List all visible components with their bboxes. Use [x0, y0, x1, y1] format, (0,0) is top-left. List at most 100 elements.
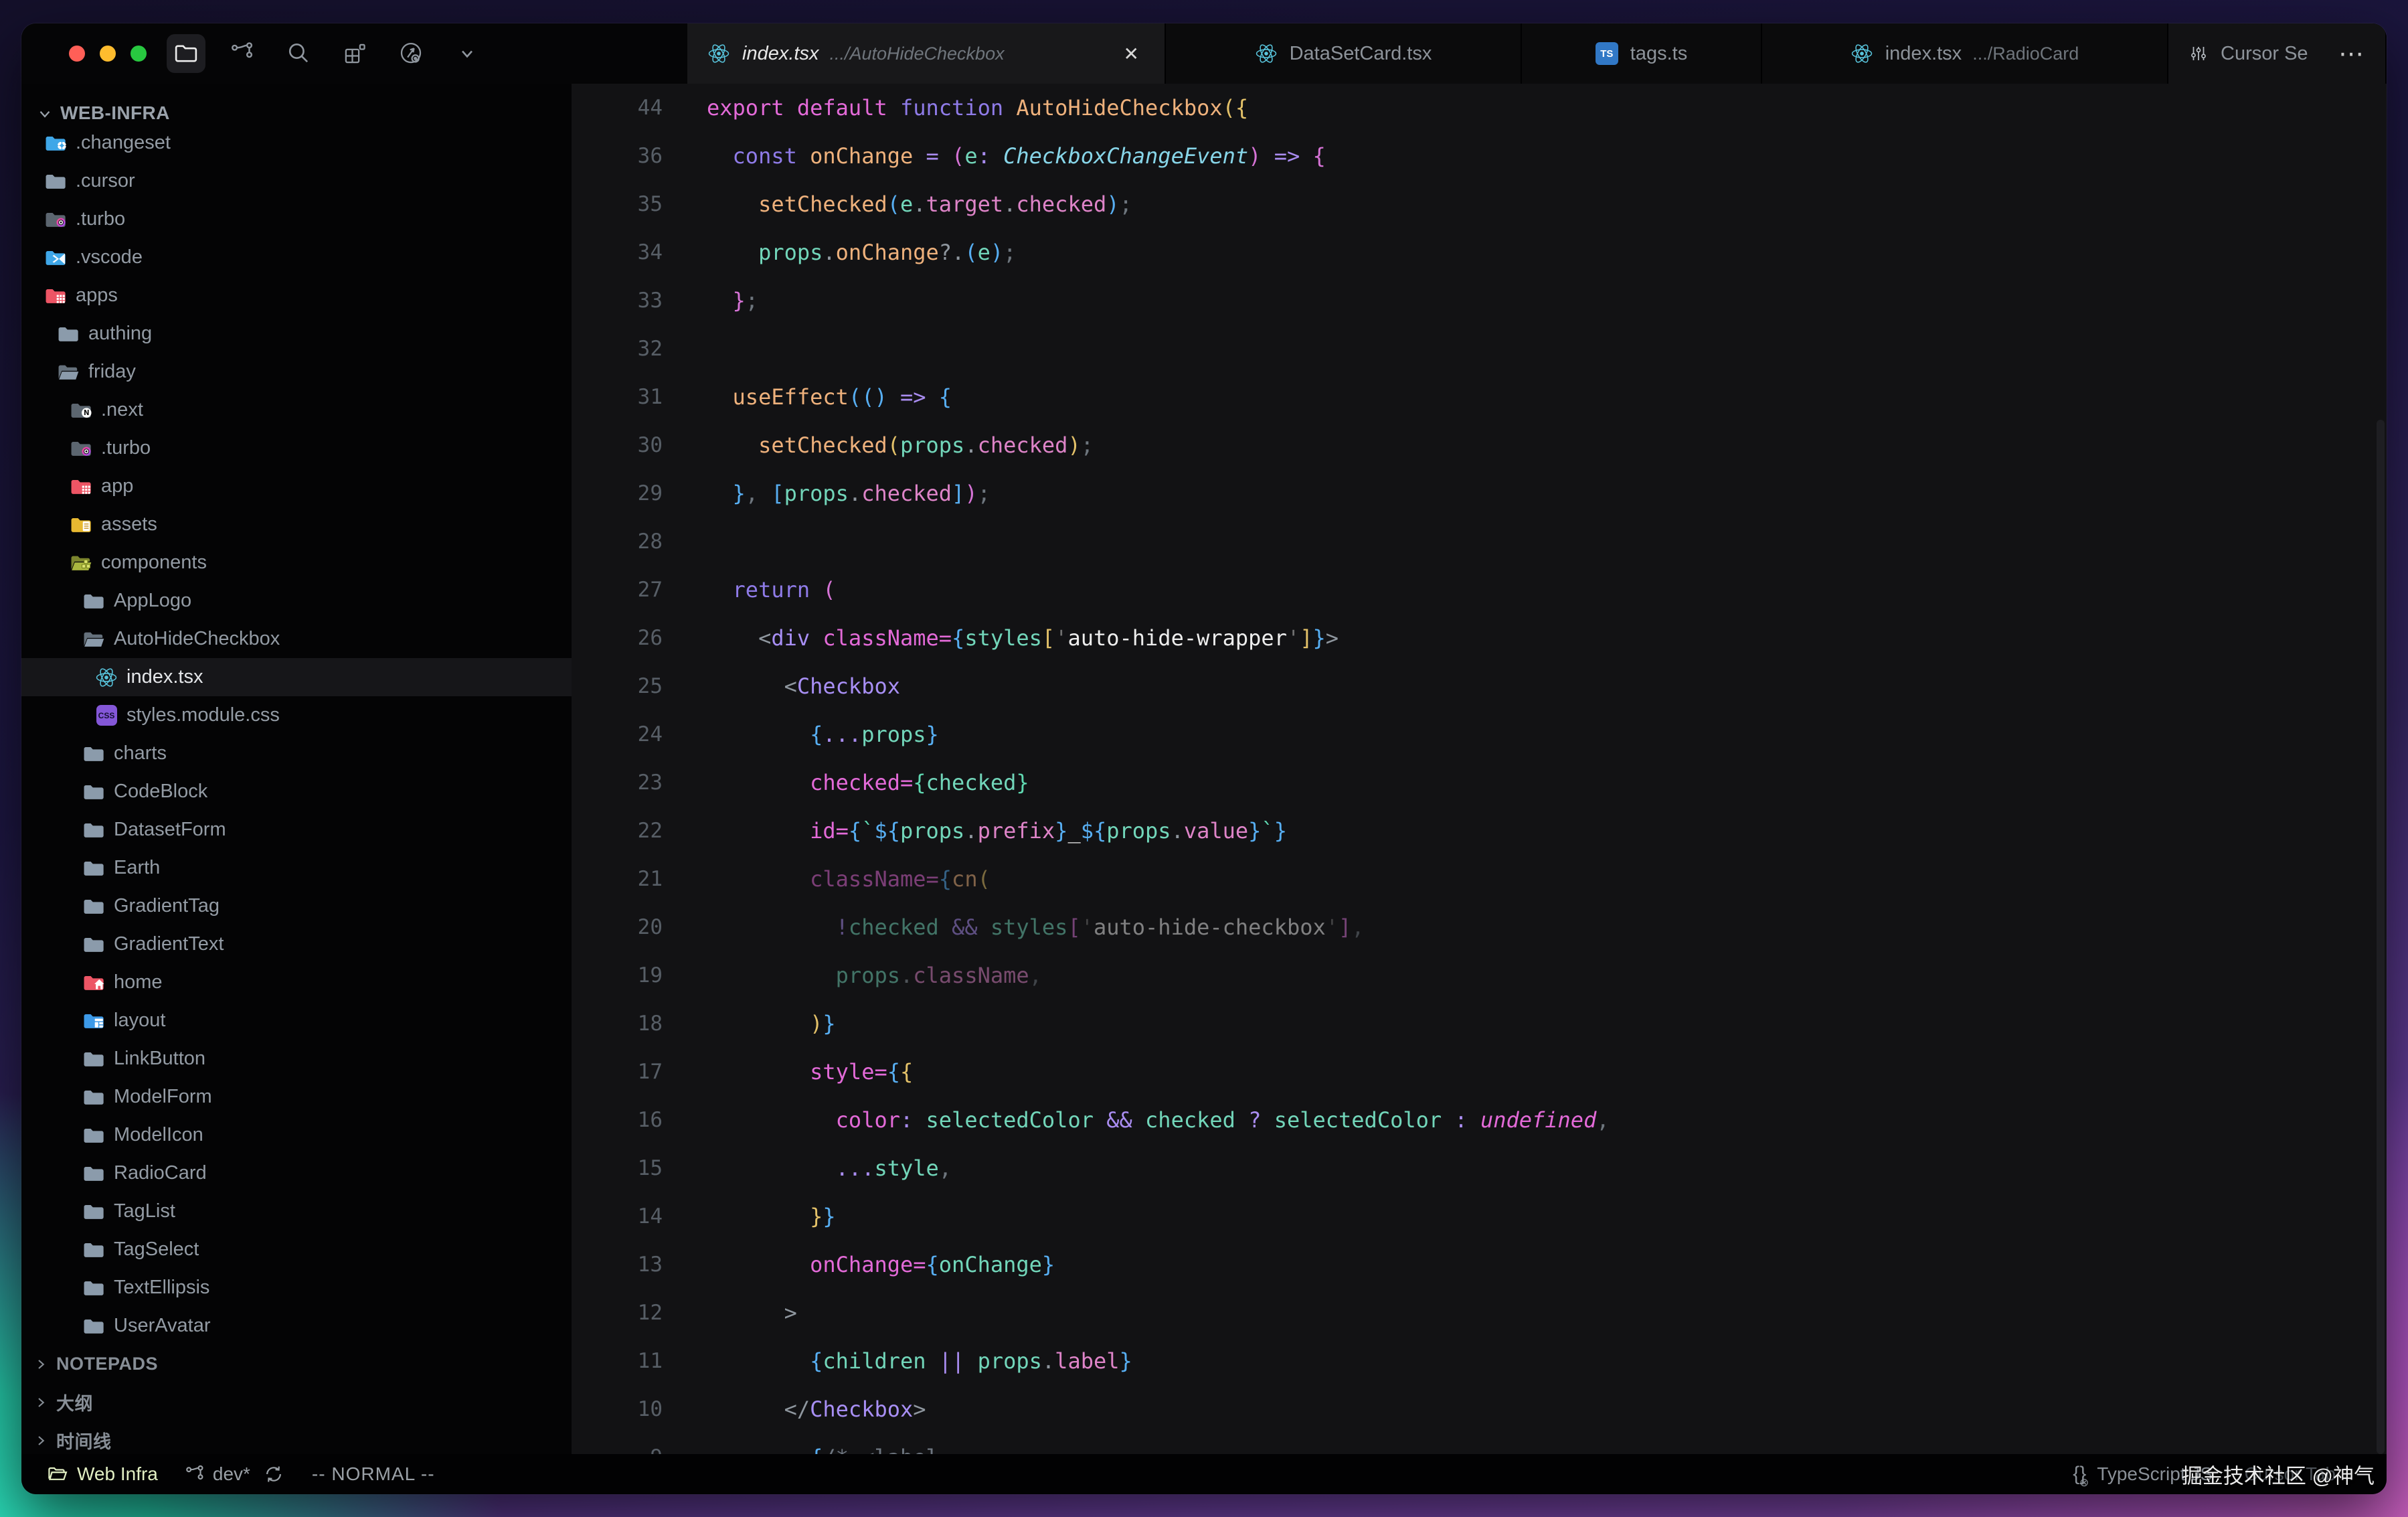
search-icon[interactable]	[279, 34, 318, 73]
tree-item-assets[interactable]: assets	[21, 505, 572, 544]
tree-item-tagselect[interactable]: TagSelect	[21, 1230, 572, 1269]
tree-item-modelicon[interactable]: ModelIcon	[21, 1116, 572, 1154]
chevron-down-icon[interactable]	[448, 34, 487, 73]
tree-item-authing[interactable]: authing	[21, 315, 572, 353]
line-number[interactable]: 23	[572, 758, 663, 807]
tree-item-friday[interactable]: friday	[21, 353, 572, 391]
line-number[interactable]: 33	[572, 276, 663, 325]
line-number[interactable]: 18	[572, 1000, 663, 1048]
code-text: id={`${props.prefix}_${props.value}`}	[707, 807, 1287, 855]
code-text: useEffect(() => {	[707, 373, 952, 421]
status-sync[interactable]	[262, 1463, 285, 1486]
tab-index-tsx[interactable]: index.tsx.../RadioCard	[1762, 23, 2168, 84]
tree-item-modelform[interactable]: ModelForm	[21, 1078, 572, 1116]
line-number[interactable]: 10	[572, 1385, 663, 1433]
line-number[interactable]: 20	[572, 903, 663, 951]
line-number[interactable]: 15	[572, 1144, 663, 1192]
tree-item-index-tsx[interactable]: index.tsx	[21, 658, 572, 696]
line-number[interactable]: 11	[572, 1337, 663, 1385]
code-text: color: selectedColor && checked ? select…	[707, 1096, 1610, 1144]
tree-item-linkbutton[interactable]: LinkButton	[21, 1040, 572, 1078]
line-number[interactable]: 19	[572, 951, 663, 1000]
line-number[interactable]: 28	[572, 517, 663, 566]
files-icon[interactable]	[167, 34, 205, 73]
tree-item--cursor[interactable]: .cursor	[21, 162, 572, 200]
editor-actions-more-button[interactable]: ⋯	[2338, 39, 2365, 69]
cursor-ai-icon[interactable]	[392, 34, 430, 73]
code-line-32: 32	[572, 325, 2387, 373]
tree-item-useravatar[interactable]: UserAvatar	[21, 1307, 572, 1345]
line-number[interactable]: 27	[572, 566, 663, 614]
line-number[interactable]: 32	[572, 325, 663, 373]
project-root-header[interactable]: WEB-INFRA	[21, 84, 572, 124]
line-number[interactable]: 16	[572, 1096, 663, 1144]
tree-item-codeblock[interactable]: CodeBlock	[21, 773, 572, 811]
line-number[interactable]: 25	[572, 662, 663, 710]
line-number[interactable]: 22	[572, 807, 663, 855]
tree-item-applogo[interactable]: AppLogo	[21, 582, 572, 620]
tree-item-autohidecheckbox[interactable]: AutoHideCheckbox	[21, 620, 572, 658]
close-tab-button[interactable]: ✕	[1118, 40, 1144, 68]
tab-cursor-se[interactable]: Cursor Se⋯	[2168, 23, 2387, 84]
tree-item--changeset[interactable]: .changeset	[21, 124, 572, 162]
line-number[interactable]: 26	[572, 614, 663, 662]
extensions-icon[interactable]	[335, 34, 374, 73]
editor-scrollbar[interactable]	[2377, 420, 2385, 1454]
maximize-window-button[interactable]	[131, 46, 147, 62]
tree-item-charts[interactable]: charts	[21, 734, 572, 773]
line-number[interactable]: 29	[572, 469, 663, 517]
line-number[interactable]: 24	[572, 710, 663, 758]
code-text: <Checkbox	[707, 662, 900, 710]
tree-item-app[interactable]: app	[21, 467, 572, 505]
tree-item--turbo[interactable]: .turbo	[21, 200, 572, 238]
language-status-icon[interactable]: {⊗}	[2073, 1463, 2086, 1486]
folder-components-icon	[70, 552, 92, 574]
line-number[interactable]: 12	[572, 1289, 663, 1337]
tab-tags-ts[interactable]: TStags.ts	[1522, 23, 1762, 84]
tree-item-styles-module-css[interactable]: CSSstyles.module.css	[21, 696, 572, 734]
sidebar-section-notepads[interactable]: NOTEPADS	[21, 1345, 572, 1383]
tree-item-layout[interactable]: layout	[21, 1002, 572, 1040]
tree-item-home[interactable]: home	[21, 963, 572, 1002]
line-number[interactable]: 17	[572, 1048, 663, 1096]
line-number[interactable]: 21	[572, 855, 663, 903]
tree-item-gradienttext[interactable]: GradientText	[21, 925, 572, 963]
line-number[interactable]: 9	[572, 1433, 663, 1454]
code-line-12: 12 >	[572, 1289, 2387, 1337]
code-editor[interactable]: 44export default function AutoHideCheckb…	[572, 84, 2387, 1454]
tree-item-radiocard[interactable]: RadioCard	[21, 1154, 572, 1192]
tree-item-gradienttag[interactable]: GradientTag	[21, 887, 572, 925]
close-window-button[interactable]	[69, 46, 85, 62]
minimize-window-button[interactable]	[100, 46, 116, 62]
line-number[interactable]: 13	[572, 1241, 663, 1289]
line-number[interactable]: 35	[572, 180, 663, 228]
tree-item-earth[interactable]: Earth	[21, 849, 572, 887]
tree-item-taglist[interactable]: TagList	[21, 1192, 572, 1230]
sidebar-section-大纲[interactable]: 大纲	[21, 1383, 572, 1421]
tab-datasetcard-tsx[interactable]: DataSetCard.tsx	[1166, 23, 1522, 84]
tree-item-label: ModelForm	[114, 1086, 212, 1108]
tree-item-datasetform[interactable]: DatasetForm	[21, 811, 572, 849]
line-number[interactable]: 34	[572, 228, 663, 276]
source-control-icon[interactable]	[223, 34, 262, 73]
line-number[interactable]: 36	[572, 132, 663, 180]
code-text: return (	[707, 566, 836, 614]
tree-item-components[interactable]: components	[21, 544, 572, 582]
line-number[interactable]: 14	[572, 1192, 663, 1241]
tree-item-apps[interactable]: apps	[21, 276, 572, 315]
line-number[interactable]: 30	[572, 421, 663, 469]
sidebar-section-时间线[interactable]: 时间线	[21, 1421, 572, 1454]
tree-item--next[interactable]: N.next	[21, 391, 572, 429]
tab-index-tsx[interactable]: index.tsx.../AutoHideCheckbox✕	[687, 23, 1166, 84]
line-number[interactable]: 44	[572, 84, 663, 132]
code-line-13: 13 onChange={onChange}	[572, 1241, 2387, 1289]
code-line-28: 28	[572, 517, 2387, 566]
tree-item--vscode[interactable]: .vscode	[21, 238, 572, 276]
line-number[interactable]: 31	[572, 373, 663, 421]
status-project[interactable]: Web Infra	[46, 1463, 158, 1486]
tree-item-textellipsis[interactable]: TextEllipsis	[21, 1269, 572, 1307]
folder-icon	[44, 170, 67, 193]
status-branch[interactable]: dev*	[183, 1463, 250, 1486]
tree-item--turbo[interactable]: .turbo	[21, 429, 572, 467]
folder-home-icon	[82, 971, 105, 994]
